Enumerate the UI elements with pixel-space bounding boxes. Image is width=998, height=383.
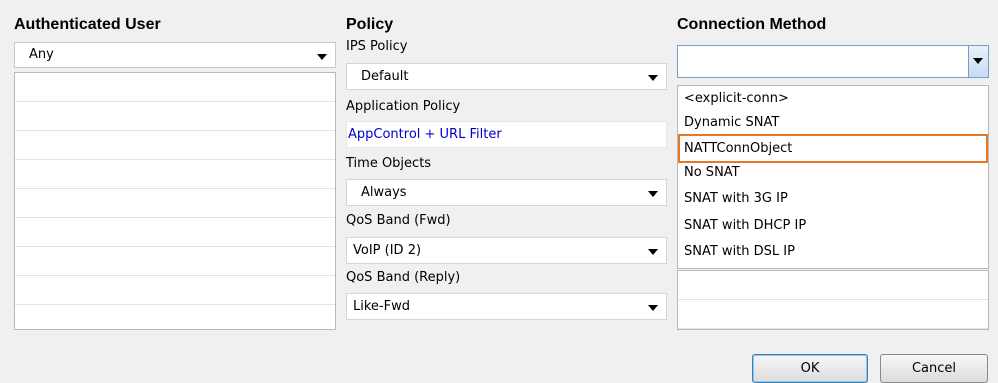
dropdown-option[interactable]: SNAT with DHCP IP [678, 214, 988, 240]
ips-policy-select[interactable]: Default [346, 63, 667, 90]
list-item[interactable] [15, 102, 335, 131]
connection-method-list[interactable] [677, 270, 989, 330]
authenticated-user-value: Any [29, 47, 54, 62]
time-objects-select[interactable]: Always [346, 179, 667, 206]
qos-band-reply-select[interactable]: Like-Fwd [346, 293, 667, 320]
dropdown-option[interactable]: SNAT with 3G IP [678, 187, 988, 213]
ok-button[interactable]: OK [752, 354, 868, 383]
qos-band-fwd-select[interactable]: VoIP (ID 2) [346, 237, 667, 264]
connection-method-header: Connection Method [677, 16, 827, 33]
authenticated-user-list[interactable] [14, 72, 336, 330]
chevron-down-icon[interactable] [648, 249, 658, 255]
list-item[interactable] [15, 247, 335, 276]
chevron-down-icon[interactable] [648, 191, 658, 197]
dropdown-option-highlighted[interactable]: NATTConnObject [678, 134, 988, 163]
list-item[interactable] [678, 300, 988, 329]
chevron-down-icon[interactable] [648, 305, 658, 311]
list-item[interactable] [678, 271, 988, 300]
time-objects-label: Time Objects [346, 156, 432, 171]
dropdown-option[interactable]: SNAT with DSL IP [678, 240, 988, 266]
qos-band-fwd-value: VoIP (ID 2) [353, 243, 422, 258]
qos-band-reply-label: QoS Band (Reply) [346, 270, 461, 285]
connection-method-combo[interactable] [677, 45, 989, 78]
ips-policy-value: Default [361, 69, 409, 84]
application-policy-label: Application Policy [346, 99, 461, 114]
dropdown-option[interactable]: No SNAT [678, 161, 988, 187]
list-item[interactable] [15, 189, 335, 218]
list-item[interactable] [15, 73, 335, 102]
list-item[interactable] [15, 276, 335, 305]
dropdown-option[interactable]: <explicit-conn> [678, 87, 988, 113]
authenticated-user-combo[interactable]: Any [14, 42, 336, 68]
connection-method-dropdown-button[interactable] [968, 46, 988, 77]
chevron-down-icon [973, 58, 983, 64]
chevron-down-icon[interactable] [317, 54, 327, 60]
cancel-button[interactable]: Cancel [880, 354, 988, 383]
time-objects-value: Always [361, 185, 407, 200]
chevron-down-icon[interactable] [648, 75, 658, 81]
authenticated-user-header: Authenticated User [14, 16, 161, 33]
policy-header: Policy [346, 16, 394, 33]
application-policy-link[interactable]: AppControl + URL Filter [348, 127, 502, 142]
list-item[interactable] [15, 218, 335, 247]
list-item[interactable] [15, 131, 335, 160]
qos-band-fwd-label: QoS Band (Fwd) [346, 213, 451, 228]
connection-method-dropdown-list[interactable]: <explicit-conn> Dynamic SNAT NATTConnObj… [677, 85, 989, 269]
ips-policy-label: IPS Policy [346, 39, 408, 54]
qos-band-reply-value: Like-Fwd [353, 299, 410, 314]
application-policy-field[interactable]: AppControl + URL Filter [346, 121, 667, 148]
list-item[interactable] [15, 160, 335, 189]
